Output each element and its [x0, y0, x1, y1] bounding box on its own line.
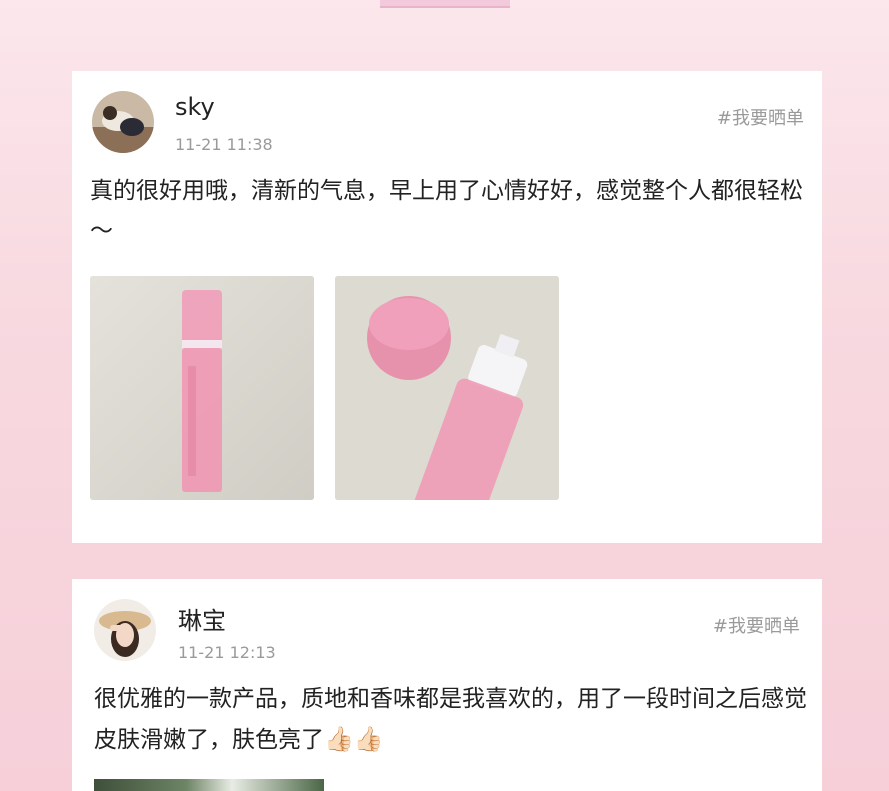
thumbs-up-icon: 👍🏻👍🏻: [324, 725, 384, 753]
post-card: 琳宝 11-21 12:13 #我要晒单 很优雅的一款产品，质地和香味都是我喜欢…: [72, 579, 822, 791]
post-timestamp: 11-21 11:38: [175, 135, 273, 154]
avatar[interactable]: [94, 599, 156, 661]
product-photo[interactable]: [90, 276, 314, 500]
post-tag[interactable]: #我要晒单: [713, 612, 800, 638]
post-card: sky 11-21 11:38 #我要晒单 真的很好用哦，清新的气息，早上用了心…: [72, 71, 822, 543]
product-photo[interactable]: [94, 779, 324, 791]
post-content: 真的很好用哦，清新的气息，早上用了心情好好，感觉整个人都很轻松～: [90, 178, 803, 244]
post-tag[interactable]: #我要晒单: [717, 104, 804, 130]
post-timestamp: 11-21 12:13: [178, 643, 276, 662]
product-photo[interactable]: [335, 276, 559, 500]
avatar[interactable]: [92, 91, 154, 153]
post-content-text: 很优雅的一款产品，质地和香味都是我喜欢的，用了一段时间之后感觉皮肤滑嫩了，肤色亮…: [94, 686, 807, 753]
username[interactable]: 琳宝: [178, 601, 226, 636]
username[interactable]: sky: [175, 93, 215, 121]
post-content: 很优雅的一款产品，质地和香味都是我喜欢的，用了一段时间之后感觉皮肤滑嫩了，肤色亮…: [94, 679, 809, 760]
top-tab-indicator: [380, 0, 510, 8]
